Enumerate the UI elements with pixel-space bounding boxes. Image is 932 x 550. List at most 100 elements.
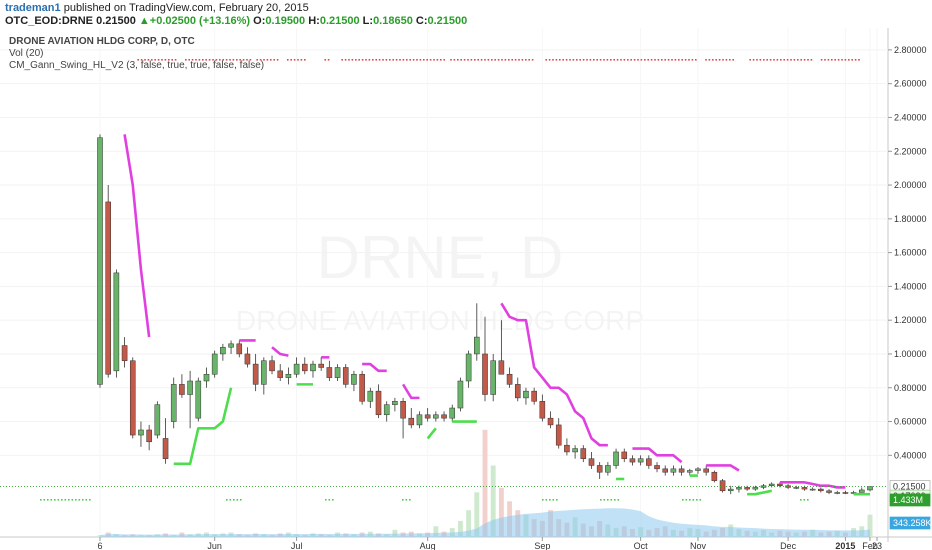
swing-high-dot xyxy=(361,59,364,61)
swing-low-dot xyxy=(68,499,70,501)
y-tick-label: 2.00000 xyxy=(894,180,927,190)
swing-high-dot xyxy=(807,59,809,61)
swing-low-dot xyxy=(800,499,802,501)
swing-low-dot xyxy=(325,499,327,501)
swing-high-dot xyxy=(304,59,306,61)
y-tick-label: 1.60000 xyxy=(894,248,927,258)
swing-high-dot xyxy=(480,59,483,61)
swing-high-dot xyxy=(273,59,275,61)
candle-body xyxy=(129,360,136,436)
swing-high-dot xyxy=(412,59,415,61)
price-axis[interactable]: 2.80000 2.60000 2.40000 2.20000 2.00000 1.800… xyxy=(888,45,927,460)
y-tick-label: 0.80000 xyxy=(894,383,927,393)
candle-body xyxy=(547,417,554,426)
candle-body xyxy=(121,345,128,361)
swing-high-dot xyxy=(589,59,592,61)
swing-high-dot xyxy=(470,59,473,61)
swing-high-dot xyxy=(763,59,765,61)
swing-low-dot xyxy=(226,499,228,501)
swing-high-dot xyxy=(266,59,269,61)
swing-high-dot xyxy=(654,59,656,61)
swing-high-dot xyxy=(620,59,622,61)
swing-high-dot xyxy=(382,59,384,61)
candle-body xyxy=(695,468,701,471)
candle-body xyxy=(736,487,742,490)
swing-low-dot xyxy=(75,499,77,501)
swing-low-dot xyxy=(240,499,242,501)
swing-high-dot xyxy=(521,59,524,61)
price-chart[interactable]: DRNE, D DRONE AVIATION HLDG CORP 2.80000… xyxy=(0,28,932,550)
publish-line: trademan1 published on TradingView.com, … xyxy=(5,2,309,14)
price-tag-label: 343.258K xyxy=(893,518,932,528)
candle-body xyxy=(670,468,677,473)
candle-body xyxy=(605,465,611,473)
swing-high-dot xyxy=(766,59,768,61)
candle xyxy=(211,350,218,378)
candle-body xyxy=(490,360,496,395)
swing-high-dot xyxy=(725,59,728,61)
y-tick-label: 1.80000 xyxy=(894,214,927,224)
swing-high-dot xyxy=(453,59,456,61)
swing-high-dot xyxy=(562,59,564,61)
swing-high-dot xyxy=(440,59,442,61)
swing-high-dot xyxy=(290,59,292,61)
price-tag: 343.258K xyxy=(889,516,932,530)
swing-high-dot xyxy=(780,59,782,61)
candle-body xyxy=(441,414,447,419)
candle-body xyxy=(637,458,644,463)
swing-low-dot xyxy=(549,499,551,501)
x-tick-label: 2015 xyxy=(835,541,855,550)
candle xyxy=(457,377,464,412)
swing-low-dot xyxy=(603,499,606,501)
swing-high-dot xyxy=(545,59,547,61)
swing-high-dot xyxy=(395,59,398,61)
close-label: C: xyxy=(415,15,428,27)
candle-body xyxy=(555,424,562,446)
candle-body xyxy=(531,390,537,402)
swing-high-dot xyxy=(514,59,517,61)
swing-high-dot xyxy=(803,59,806,61)
candle-body xyxy=(588,458,595,466)
swing-low-dot xyxy=(556,499,558,501)
price-change: +0.02500 (+13.16%) xyxy=(149,15,251,27)
swing-high-dot xyxy=(650,59,653,61)
swing-high-dot xyxy=(450,59,452,61)
swing-high-dot xyxy=(572,59,575,61)
x-tick-label: 6 xyxy=(97,541,102,550)
swing-high-dot xyxy=(419,59,422,61)
candle-body xyxy=(539,401,546,419)
swing-high-dot xyxy=(722,59,724,61)
candle-body xyxy=(318,363,324,368)
swing-high-dot xyxy=(293,59,296,61)
swing-low-dot xyxy=(614,499,616,501)
swing-high-dot xyxy=(749,59,751,61)
author-link[interactable]: trademan1 xyxy=(5,2,61,14)
swing-high-dot xyxy=(525,59,527,61)
candle-body xyxy=(416,414,423,426)
legend-volume[interactable]: Vol (20) xyxy=(9,48,43,59)
y-tick-label: 2.80000 xyxy=(894,45,927,55)
legend-indicator[interactable]: CM_Gann_Swing_HL_V2 (3, false, true, tru… xyxy=(9,60,264,71)
watermark-symbol: DRNE, D xyxy=(317,224,564,291)
swing-high-dot xyxy=(457,59,459,61)
symbol-label[interactable]: OTC_EOD:DRNE xyxy=(5,15,93,27)
candle-body xyxy=(793,487,800,489)
swing-high-dot xyxy=(477,59,479,61)
swing-low-dot xyxy=(600,499,602,501)
open-label: O: xyxy=(253,15,266,27)
volume-bar xyxy=(482,429,488,537)
candle xyxy=(97,134,103,388)
candle-body xyxy=(220,346,226,355)
swing-high-dot xyxy=(508,59,510,61)
swing-high-dot xyxy=(324,59,326,61)
swing-low-dot xyxy=(682,499,684,501)
candle-body xyxy=(580,448,587,459)
swing-high-dot xyxy=(497,59,500,61)
swing-high-dot xyxy=(327,59,330,61)
x-tick-label: 23 xyxy=(872,541,882,550)
swing-low-dot xyxy=(82,499,84,501)
y-tick-label: 0.60000 xyxy=(894,417,927,427)
swing-high-dot xyxy=(776,59,779,61)
candle-body xyxy=(834,492,841,494)
candle-body xyxy=(506,373,513,385)
